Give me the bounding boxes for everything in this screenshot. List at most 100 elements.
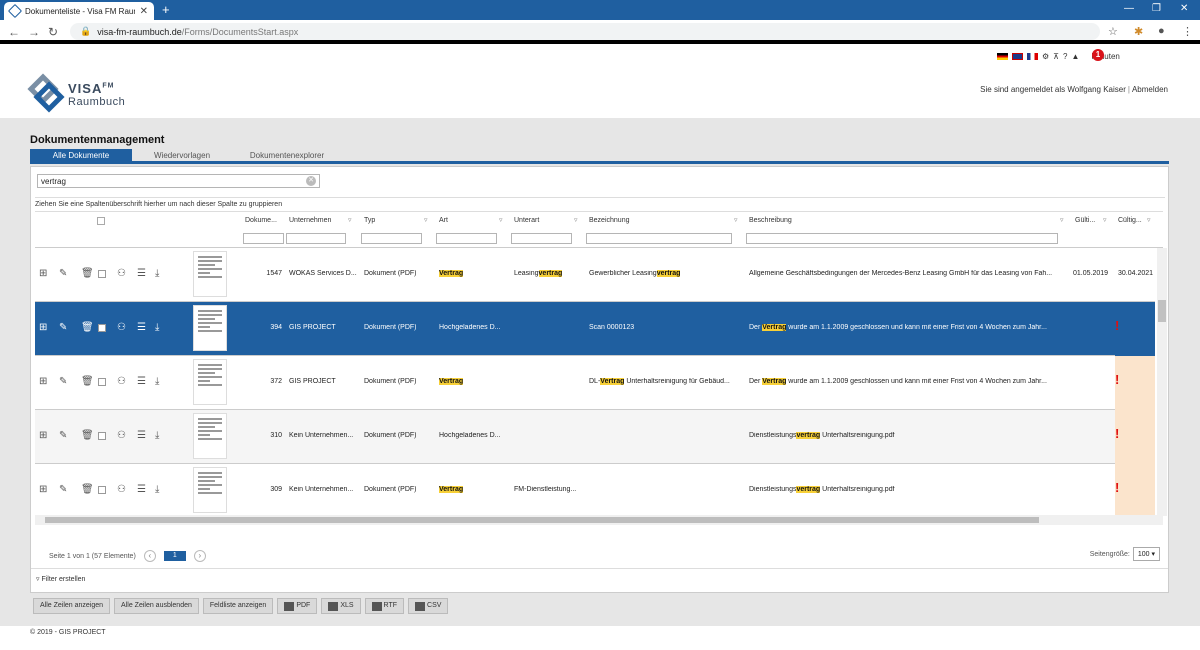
document-thumbnail[interactable] — [193, 413, 227, 459]
show-fieldlist-button[interactable]: Feldliste anzeigen — [202, 598, 274, 614]
edit-icon[interactable]: ✎ — [59, 376, 67, 387]
maximize-icon[interactable]: ❐ — [1152, 3, 1161, 14]
filter-icon[interactable]: ▿ — [424, 216, 428, 224]
col-unternehmen[interactable]: Unternehmen — [289, 217, 331, 224]
visa-logo[interactable]: VISAFM Raumbuch — [27, 73, 125, 113]
col-gueltig-bis[interactable]: Cültig... — [1118, 217, 1142, 224]
download-icon[interactable]: ⤓ — [155, 430, 159, 441]
logout-link[interactable]: Abmelden — [1132, 85, 1168, 94]
bookmark-star-icon[interactable]: ☆ — [1108, 25, 1118, 38]
page-size-select[interactable]: 100 ▾ — [1132, 547, 1160, 561]
trash-icon[interactable]: 🗑 — [81, 268, 94, 279]
close-tab-icon[interactable]: ✕ — [140, 6, 148, 17]
document-thumbnail[interactable] — [193, 251, 227, 297]
expand-icon[interactable]: ⊞ — [39, 268, 47, 279]
col-bezeichnung[interactable]: Bezeichnung — [589, 217, 629, 224]
bell-icon[interactable]: ▲ — [1071, 52, 1079, 61]
filter-box-dokument[interactable] — [243, 233, 284, 244]
col-unterart[interactable]: Unterart — [514, 217, 539, 224]
binoculars-icon[interactable]: ⚇ — [117, 484, 126, 495]
filter-icon[interactable]: ▿ — [574, 216, 578, 224]
row-checkbox[interactable] — [98, 486, 106, 494]
reload-icon[interactable]: ↻ — [48, 25, 58, 39]
trash-icon[interactable]: 🗑 — [81, 322, 94, 333]
filter-icon[interactable]: ▿ — [1060, 216, 1064, 224]
clear-search-icon[interactable]: ✕ — [306, 176, 316, 186]
export-rtf-button[interactable]: RTF — [364, 598, 405, 614]
prev-page-button[interactable]: ‹ — [143, 550, 156, 562]
expand-icon[interactable]: ⊞ — [39, 484, 47, 495]
export-pdf-button[interactable]: PDF — [277, 598, 318, 614]
edit-icon[interactable]: ✎ — [59, 322, 67, 333]
col-dokument[interactable]: Dokume... — [245, 217, 277, 224]
document-thumbnail[interactable] — [193, 359, 227, 405]
download-icon[interactable]: ⤓ — [155, 322, 159, 333]
document-thumbnail[interactable] — [193, 467, 227, 513]
list-icon[interactable]: ☰ — [137, 268, 146, 279]
download-icon[interactable]: ⤓ — [155, 484, 159, 495]
list-icon[interactable]: ☰ — [137, 430, 146, 441]
close-window-icon[interactable]: ✕ — [1180, 3, 1188, 14]
back-icon[interactable]: ← — [8, 25, 20, 39]
rss-icon[interactable]: ⊼ — [1053, 52, 1059, 61]
table-row[interactable]: ⊞ ✎ 🗑 ⚇ ☰ ⤓ 310 Kein Unternehmen... Dokument (PD… — [35, 410, 1155, 464]
select-all-checkbox[interactable] — [97, 217, 105, 225]
filter-box-beschreibung[interactable] — [746, 233, 1058, 244]
tab-dokumentenexplorer[interactable]: Dokumentenexplorer — [232, 149, 342, 162]
filter-box-unterart[interactable] — [511, 233, 572, 244]
expand-icon[interactable]: ⊞ — [39, 376, 47, 387]
horizontal-scrollbar[interactable] — [35, 515, 1163, 525]
hide-all-rows-button[interactable]: Alle Zeilen ausblenden — [114, 598, 199, 614]
filter-box-typ[interactable] — [361, 233, 422, 244]
binoculars-icon[interactable]: ⚇ — [117, 376, 126, 387]
trash-icon[interactable]: 🗑 — [81, 430, 94, 441]
german-flag-icon[interactable] — [997, 53, 1008, 60]
col-art[interactable]: Art — [439, 217, 448, 224]
filter-icon[interactable]: ▿ — [499, 216, 503, 224]
gear-icon[interactable]: ⚙ — [1042, 52, 1049, 61]
filter-icon[interactable]: ▿ — [734, 216, 738, 224]
export-xls-button[interactable]: XLS — [321, 598, 361, 614]
browser-tab[interactable]: Dokumenteliste - Visa FM Raum ✕ — [4, 2, 154, 20]
help-icon[interactable]: ? — [1063, 52, 1067, 61]
edit-icon[interactable]: ✎ — [59, 268, 67, 279]
table-row[interactable]: ⊞ ✎ 🗑 ⚇ ☰ ⤓ 1547 WOKAS Services D... Dokument (P… — [35, 248, 1155, 302]
tab-alle-dokumente[interactable]: Alle Dokumente — [30, 149, 132, 162]
current-page-button[interactable]: 1 — [163, 551, 186, 561]
minimize-icon[interactable]: — — [1124, 3, 1134, 14]
edit-icon[interactable]: ✎ — [59, 484, 67, 495]
col-gueltig-von[interactable]: Gülti... — [1075, 217, 1095, 224]
filter-icon[interactable]: ▿ — [1103, 216, 1107, 224]
binoculars-icon[interactable]: ⚇ — [117, 322, 126, 333]
binoculars-icon[interactable]: ⚇ — [117, 268, 126, 279]
next-page-button[interactable]: › — [193, 550, 206, 562]
extension-icon[interactable]: ✱ — [1134, 25, 1143, 38]
create-filter-link[interactable]: Filter erstellen — [41, 576, 85, 583]
export-csv-button[interactable]: CSV — [408, 598, 449, 614]
notification-badge[interactable]: 1 — [1092, 49, 1104, 61]
search-input[interactable]: vertrag ✕ — [37, 174, 320, 188]
url-bar[interactable]: 🔒 visa-fm-raumbuch.de/Forms/DocumentsSta… — [70, 23, 1100, 40]
col-typ[interactable]: Typ — [364, 217, 375, 224]
row-checkbox[interactable] — [98, 324, 106, 332]
show-all-rows-button[interactable]: Alle Zeilen anzeigen — [33, 598, 111, 614]
vertical-scrollbar[interactable] — [1157, 248, 1167, 516]
expand-icon[interactable]: ⊞ — [39, 430, 47, 441]
download-icon[interactable]: ⤓ — [155, 376, 159, 387]
french-flag-icon[interactable] — [1027, 53, 1038, 60]
filter-icon[interactable]: ▿ — [348, 216, 352, 224]
row-checkbox[interactable] — [98, 378, 106, 386]
table-row[interactable]: ⊞ ✎ 🗑 ⚇ ☰ ⤓ 394 GIS PROJECT Dokument (PDF) Hochge… — [35, 302, 1155, 356]
table-row[interactable]: ⊞ ✎ 🗑 ⚇ ☰ ⤓ 372 GIS PROJECT Dokument (PDF) Vertra… — [35, 356, 1155, 410]
trash-icon[interactable]: 🗑 — [81, 376, 94, 387]
edit-icon[interactable]: ✎ — [59, 430, 67, 441]
new-tab-button[interactable]: + — [162, 2, 170, 17]
filter-box-unternehmen[interactable] — [286, 233, 346, 244]
binoculars-icon[interactable]: ⚇ — [117, 430, 126, 441]
filter-icon[interactable]: ▿ — [1147, 216, 1151, 224]
table-row[interactable]: ⊞ ✎ 🗑 ⚇ ☰ ⤓ 309 Kein Unternehmen... Dokument (PD… — [35, 464, 1155, 516]
row-checkbox[interactable] — [98, 270, 106, 278]
trash-icon[interactable]: 🗑 — [81, 484, 94, 495]
expand-icon[interactable]: ⊞ — [39, 322, 47, 333]
list-icon[interactable]: ☰ — [137, 376, 146, 387]
